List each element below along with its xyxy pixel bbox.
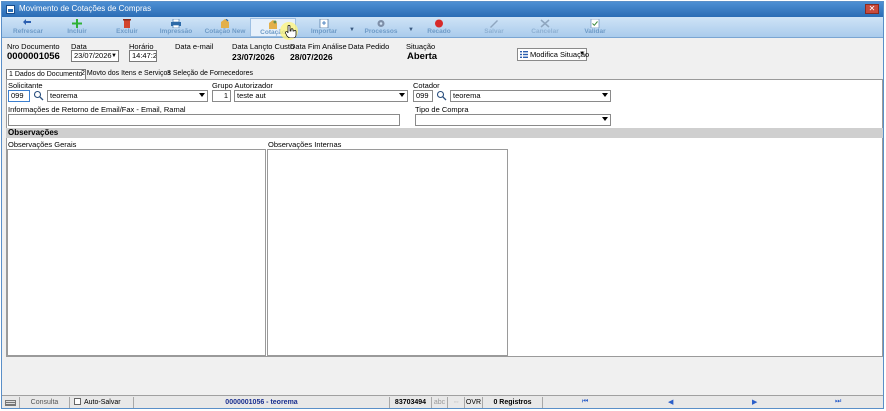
first-record-icon[interactable]: ⏮: [582, 398, 588, 406]
quoter-name-select[interactable]: teorema: [450, 90, 611, 102]
next-record-icon[interactable]: ▶: [752, 398, 757, 406]
printer-icon: [171, 19, 181, 28]
date-field[interactable]: 23/07/2026 ▼: [71, 50, 119, 62]
plus-icon: [72, 19, 82, 28]
order-date-label: Data Pedido: [348, 42, 390, 51]
main-window: Movimento de Cotações de Compras ✕ Refre…: [1, 1, 884, 409]
abc-indicator: abc: [432, 397, 448, 408]
chevron-down-icon[interactable]: [602, 117, 608, 121]
analysis-end-label: Data Fim Análise: [290, 42, 347, 51]
ovr-indicator: OVR: [465, 397, 483, 408]
purchase-type-label: Tipo de Compra: [415, 105, 469, 114]
quoter-label: Cotador: [413, 81, 440, 90]
records-count: 0 Registros: [483, 397, 543, 408]
status-label: Situação: [406, 42, 436, 51]
tab-items-services[interactable]: 2 Movto dos Itens e Serviços: [79, 69, 173, 79]
app-icon: [6, 5, 15, 14]
title-bar: Movimento de Cotações de Compras ✕: [2, 2, 883, 17]
requester-code-input[interactable]: 099: [8, 90, 30, 102]
record-code: 83703494: [390, 397, 432, 408]
doc-number: 0000001056: [7, 51, 60, 62]
close-button[interactable]: ✕: [865, 4, 879, 14]
last-record-icon[interactable]: ⏭: [835, 398, 841, 406]
processes-button[interactable]: Processos: [360, 18, 402, 37]
hand-cursor-icon: [285, 25, 297, 38]
date-dropdown-icon[interactable]: ▼: [111, 51, 117, 61]
keyboard-icon: [2, 397, 20, 408]
internal-observations-textarea[interactable]: [267, 149, 508, 356]
add-button[interactable]: Incluir: [57, 18, 97, 37]
cost-date: 23/07/2026: [232, 52, 275, 62]
refresh-icon: [23, 19, 31, 25]
time-field[interactable]: 14:47:21: [129, 50, 157, 62]
print-button[interactable]: Impressão: [154, 18, 198, 37]
processes-dropdown-icon[interactable]: ▼: [408, 27, 414, 33]
cancel-x-icon: [540, 19, 550, 28]
new-quote-button[interactable]: Cotação New: [202, 18, 248, 37]
new-document-icon: [221, 19, 229, 28]
general-observations-textarea[interactable]: [7, 149, 266, 356]
general-observations-label: Observações Gerais: [8, 140, 77, 149]
message-icon: [435, 19, 443, 28]
trash-icon: [123, 19, 131, 28]
previous-record-icon[interactable]: ◀: [668, 398, 673, 406]
import-dropdown-icon[interactable]: ▼: [349, 27, 355, 33]
chevron-down-icon[interactable]: [399, 93, 405, 97]
requester-label: Solicitante: [8, 81, 43, 90]
chevron-down-icon[interactable]: [199, 93, 205, 97]
search-icon[interactable]: [33, 90, 44, 101]
analysis-end-date: 28/07/2026: [290, 52, 333, 62]
window-title: Movimento de Cotações de Compras: [19, 4, 152, 13]
import-button[interactable]: Importar: [304, 18, 344, 37]
refresh-button[interactable]: Refrescar: [8, 18, 48, 37]
cancel-button[interactable]: Cancelar: [524, 18, 566, 37]
requester-name-select[interactable]: teorema: [47, 90, 208, 102]
tab-supplier-selection[interactable]: 3 Seleção de Fornecedores: [165, 69, 255, 79]
internal-observations-label: Observações Internas: [268, 140, 342, 149]
chevron-down-icon[interactable]: [602, 93, 608, 97]
observations-section-title: Observações: [6, 128, 883, 138]
email-date-label: Data e-mail: [175, 42, 214, 51]
quote-icon: [269, 20, 277, 29]
quoter-code-input[interactable]: 099: [413, 90, 433, 102]
mode-indicator: Consulta: [20, 397, 70, 408]
save-pen-icon: [490, 20, 498, 28]
import-icon: [319, 19, 329, 28]
doc-number-label: Nro Documento: [7, 42, 60, 51]
approver-group-select[interactable]: teste aut: [234, 90, 408, 102]
message-button[interactable]: Recado: [420, 18, 458, 37]
modify-status-button[interactable]: Modifica Situação ▼: [517, 48, 589, 61]
status-bar: Consulta Auto-Salvar 0000001056 - teorem…: [2, 395, 883, 408]
status-value: Aberta: [407, 51, 438, 62]
approver-group-code-input[interactable]: 1: [212, 90, 231, 102]
validate-button[interactable]: Validar: [576, 18, 614, 37]
autosave-toggle[interactable]: Auto-Salvar: [70, 397, 134, 408]
keyboard-shape: [5, 400, 16, 406]
save-button[interactable]: Salvar: [474, 18, 514, 37]
list-icon: [520, 51, 528, 58]
purchase-type-select[interactable]: [415, 114, 611, 126]
validate-icon: [590, 19, 600, 28]
autosave-checkbox[interactable]: [74, 398, 81, 405]
modify-status-dropdown-icon[interactable]: ▼: [579, 49, 585, 60]
toolbar: Refrescar Incluir Excluir Impressão Cota…: [2, 17, 883, 38]
return-info-label: Informações de Retorno de Email/Fax - Em…: [8, 105, 186, 114]
return-info-input[interactable]: [8, 114, 400, 126]
approver-group-label: Grupo Autorizador: [212, 81, 273, 90]
current-record: 0000001056 - teorema: [134, 397, 390, 408]
cost-date-label: Data Lançto Custo: [232, 42, 295, 51]
edit-indicator: ◦◦: [448, 397, 465, 408]
search-icon[interactable]: [436, 90, 447, 101]
delete-button[interactable]: Excluir: [107, 18, 147, 37]
gears-icon: [377, 20, 385, 27]
